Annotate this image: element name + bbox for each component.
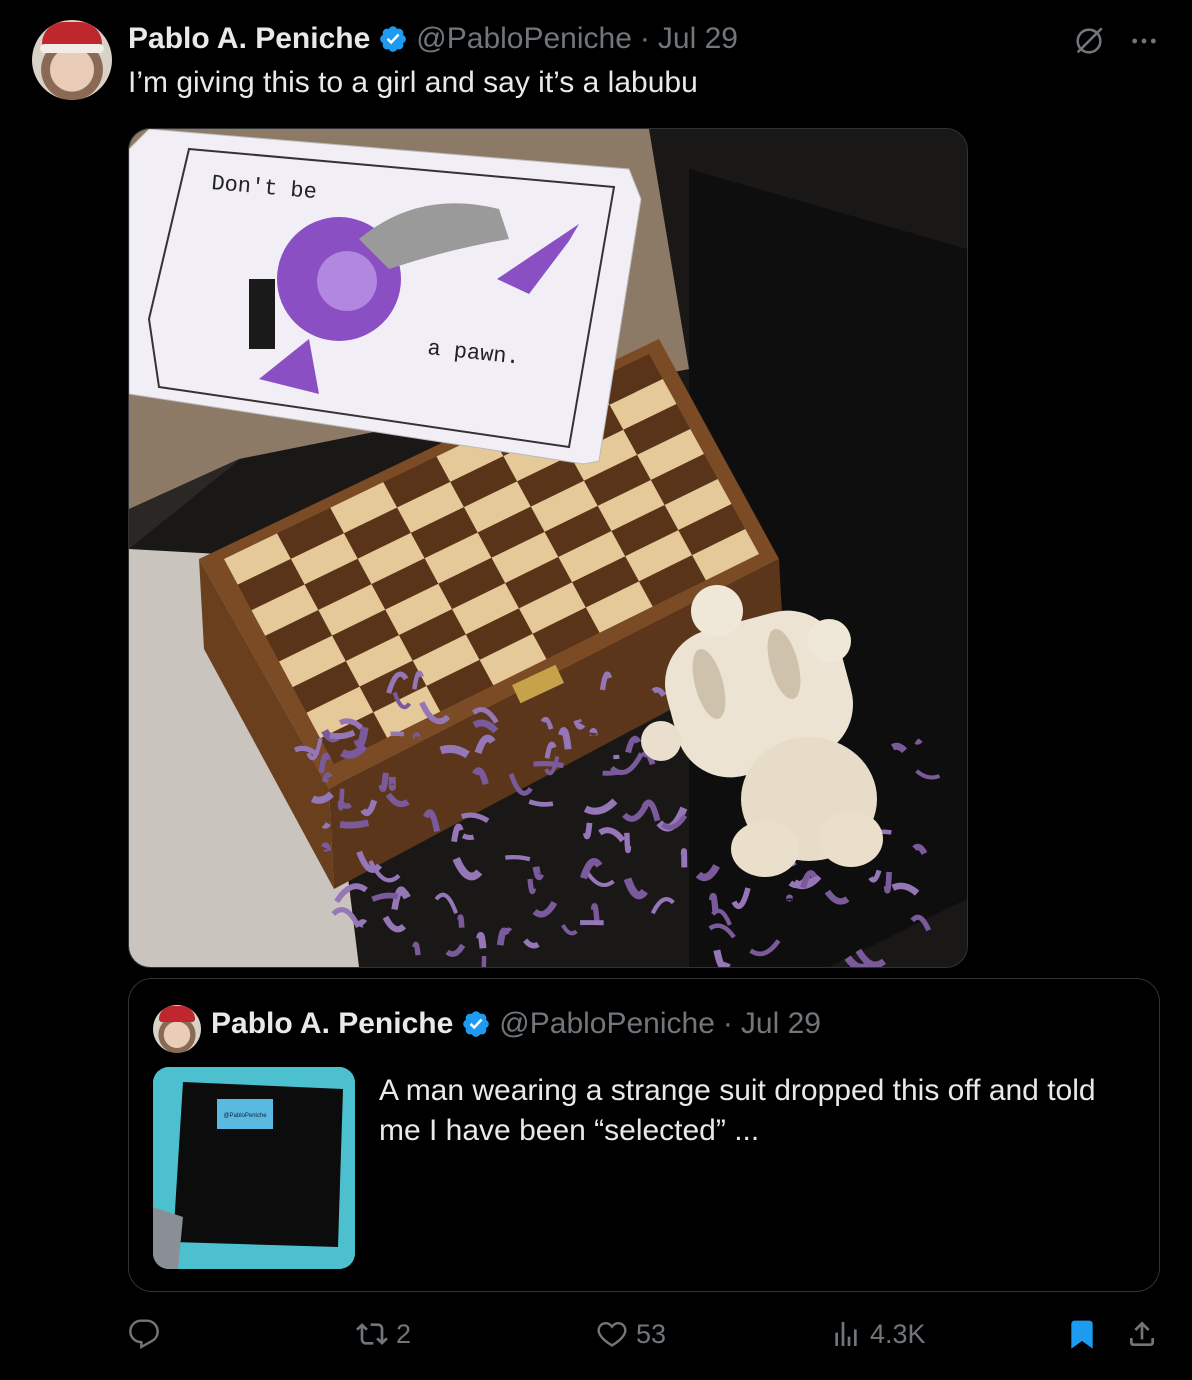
shred-strip [461,833,475,840]
tweet-top-actions [1072,24,1160,58]
verified-badge-icon [463,1011,490,1037]
analytics-icon [835,1322,857,1346]
santa-hat-rim [40,44,104,53]
separator-dot: · [722,1007,733,1040]
shred-strip [339,819,370,829]
shred-strip [457,914,465,928]
like-button[interactable]: 53 [596,1318,666,1350]
verified-badge-icon [380,26,407,52]
views-button[interactable]: 4.3K [830,1318,926,1350]
shred-strip [680,848,688,868]
photo-gift-box: Don't be a pawn. [129,129,967,967]
reply-icon [129,1319,159,1349]
tweet-media-image[interactable]: Don't be a pawn. [128,128,968,968]
author-avatar[interactable] [32,20,112,100]
quoted-tweet-text: A man wearing a strange suit dropped thi… [379,1074,1096,1147]
shred-strip [329,729,356,740]
like-count: 53 [636,1318,667,1349]
retweet-count: 2 [396,1318,412,1349]
tweet-actions: 2 53 4.3K [128,1318,1160,1358]
santa-hat [159,1006,195,1022]
more-icon[interactable] [1128,25,1160,57]
shred-strip [883,871,892,894]
quoted-tweet-header: Pablo A. Peniche @PabloPeniche · Jul 29 [211,1007,821,1041]
shred-strip [337,788,345,811]
share-button[interactable] [1126,1318,1158,1350]
views-count: 4.3K [870,1318,926,1349]
quoted-tweet[interactable]: Pablo A. Peniche @PabloPeniche · Jul 29 … [128,978,1160,1292]
shred-strip [890,742,908,754]
shred-strip [528,799,554,807]
shred-strip [476,932,487,949]
grok-icon[interactable] [1072,24,1106,58]
author-name[interactable]: Pablo A. Peniche [128,22,370,56]
quoted-tweet-date[interactable]: Jul 29 [741,1007,821,1041]
shred-strip [533,761,564,769]
photo-black-box: @PabloPeniche [153,1067,355,1269]
retweet-button[interactable]: 2 [356,1318,411,1350]
bookmark-button[interactable] [1066,1318,1098,1350]
separator-dot: · [639,22,650,55]
quoted-author-avatar[interactable] [153,1005,201,1053]
heart-icon [597,1321,627,1347]
tweet-text: I’m giving this to a girl and say it’s a… [128,66,698,99]
quoted-tweet-thumbnail[interactable]: @PabloPeniche [153,1067,355,1269]
box-label: @PabloPeniche [223,1113,267,1119]
shred-strip [412,941,421,956]
bookmark-filled-icon [1071,1320,1093,1349]
reply-button[interactable] [128,1318,168,1350]
share-icon [1130,1321,1154,1346]
quoted-author-handle[interactable]: @PabloPeniche [499,1007,715,1041]
tweet-header: Pablo A. Peniche @PabloPeniche · Jul 29 [128,22,738,56]
quoted-author-name[interactable]: Pablo A. Peniche [211,1007,453,1041]
shred-strip [624,832,632,854]
author-handle[interactable]: @PabloPeniche [416,22,632,56]
shred-strip [481,955,487,967]
shred-strip [505,854,531,862]
retweet-icon [356,1323,388,1345]
tweet-date[interactable]: Jul 29 [658,22,738,56]
